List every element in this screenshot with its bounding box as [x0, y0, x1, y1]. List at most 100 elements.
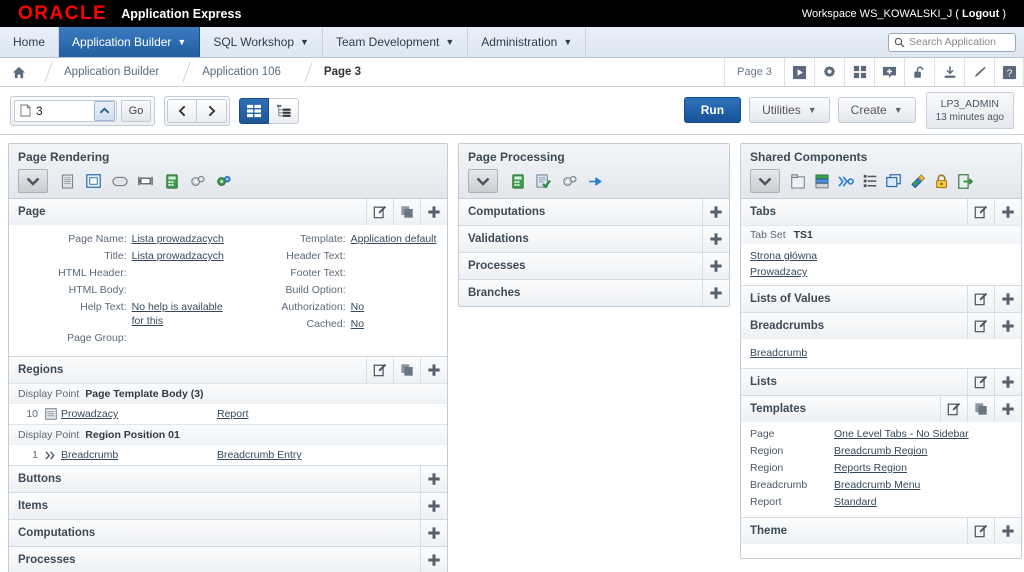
run-button[interactable]: Run [683, 97, 742, 124]
computation-icon[interactable] [163, 173, 180, 190]
item-icon[interactable] [137, 173, 154, 190]
chevron-down-icon[interactable] [468, 169, 498, 193]
nav-item-administration[interactable]: Administration ▼ [468, 27, 587, 57]
help-icon[interactable]: ? [994, 58, 1024, 86]
add-icon[interactable] [420, 357, 447, 383]
add-icon[interactable] [420, 520, 447, 546]
previous-page-button[interactable] [167, 98, 197, 123]
copy-icon[interactable] [393, 357, 420, 383]
edit-icon[interactable] [967, 518, 994, 544]
security-lock-icon[interactable] [933, 173, 950, 190]
branch-icon[interactable] [587, 173, 604, 190]
templates-icon[interactable] [885, 173, 902, 190]
branches-header[interactable]: Branches [459, 280, 729, 306]
region-name-link[interactable]: Prowadzacy [61, 408, 118, 420]
copy-icon[interactable] [967, 396, 994, 422]
processing-processes-header[interactable]: Processes [459, 253, 729, 279]
process-icon[interactable] [189, 173, 206, 190]
export-icon[interactable] [934, 58, 964, 86]
edit-icon[interactable] [967, 199, 994, 225]
region-name-link[interactable]: Breadcrumb [61, 449, 118, 461]
page-settings-icon[interactable] [814, 58, 844, 86]
grid-view-button[interactable] [239, 97, 269, 124]
tab-link-prowadzacy[interactable]: Prowadzacy [750, 264, 1021, 280]
processes-section-header[interactable]: Processes [9, 547, 447, 572]
authorization-link[interactable]: No [351, 301, 364, 313]
breadcrumb-home[interactable] [0, 58, 34, 86]
next-page-button[interactable] [197, 98, 227, 123]
nav-item-team-development[interactable]: Team Development ▼ [323, 27, 469, 57]
title-link[interactable]: Lista prowadzacych [132, 250, 224, 262]
lov-icon[interactable] [813, 173, 830, 190]
add-icon[interactable] [702, 253, 729, 279]
add-icon[interactable] [702, 226, 729, 252]
region-row[interactable]: 10 Prowadzacy Report [9, 403, 447, 424]
lists-icon[interactable] [861, 173, 878, 190]
template-link[interactable]: Breadcrumb Region [834, 445, 927, 457]
theme-icon[interactable] [909, 173, 926, 190]
run-page-icon[interactable] [784, 58, 814, 86]
region-type-link[interactable]: Breadcrumb Entry [217, 449, 302, 461]
tree-view-button[interactable] [269, 97, 299, 124]
add-icon[interactable] [994, 313, 1021, 339]
edit-icon[interactable] [366, 199, 393, 225]
page-name-link[interactable]: Lista prowadzacych [132, 233, 224, 245]
region-row[interactable]: 1 Breadcrumb Breadcrumb Entry [9, 444, 447, 465]
edit-icon[interactable] [967, 313, 994, 339]
edit-icon[interactable] [940, 396, 967, 422]
comment-add-icon[interactable] [874, 58, 904, 86]
nav-item-application-builder[interactable]: Application Builder ▼ [59, 27, 201, 57]
add-icon[interactable] [420, 493, 447, 519]
region-type-link[interactable]: Report [217, 408, 249, 420]
navigation-icon[interactable] [957, 173, 974, 190]
template-link[interactable]: Standard [834, 496, 877, 508]
add-icon[interactable] [994, 518, 1021, 544]
lock-open-icon[interactable] [904, 58, 934, 86]
page-icon[interactable] [59, 173, 76, 190]
validations-header[interactable]: Validations [459, 226, 729, 252]
template-link[interactable]: Reports Region [834, 462, 907, 474]
add-icon[interactable] [702, 199, 729, 225]
page-number-field[interactable]: 3 [14, 99, 117, 122]
template-link[interactable]: One Level Tabs - No Sidebar [834, 428, 969, 440]
search-input[interactable]: Search Application [888, 32, 1016, 52]
create-button[interactable]: Create ▼ [837, 97, 916, 124]
grid-icon[interactable] [844, 58, 874, 86]
add-icon[interactable] [420, 466, 447, 492]
computation-icon[interactable] [509, 173, 526, 190]
add-icon[interactable] [994, 369, 1021, 395]
add-icon[interactable] [702, 280, 729, 306]
edit-icon[interactable] [366, 357, 393, 383]
help-text-link[interactable]: No help is available for this [132, 301, 223, 327]
computations-section-header[interactable]: Computations [9, 520, 447, 546]
items-section-header[interactable]: Items [9, 493, 447, 519]
breadcrumb-link[interactable]: Breadcrumb [750, 345, 1021, 361]
go-button[interactable]: Go [121, 99, 151, 122]
breadcrumb-item-application-builder[interactable]: Application Builder [48, 58, 172, 86]
process-icon[interactable] [561, 173, 578, 190]
add-icon[interactable] [994, 286, 1021, 312]
tabs-icon[interactable] [789, 173, 806, 190]
nav-item-home[interactable]: Home [0, 27, 60, 57]
breadcrumb-icon[interactable] [837, 173, 854, 190]
add-icon[interactable] [994, 199, 1021, 225]
template-link[interactable]: Breadcrumb Menu [834, 479, 920, 491]
chevron-down-icon[interactable] [18, 169, 48, 193]
edit-pencil-icon[interactable] [964, 58, 994, 86]
page-spinner-up[interactable] [94, 100, 115, 121]
template-link[interactable]: Application default [351, 233, 437, 245]
add-icon[interactable] [420, 199, 447, 225]
add-icon[interactable] [420, 547, 447, 572]
edit-icon[interactable] [967, 286, 994, 312]
tab-link-strona-glowna[interactable]: Strona główna [750, 248, 1021, 264]
nav-item-sql-workshop[interactable]: SQL Workshop ▼ [200, 27, 323, 57]
buttons-section-header[interactable]: Buttons [9, 466, 447, 492]
copy-icon[interactable] [393, 199, 420, 225]
edit-icon[interactable] [967, 369, 994, 395]
region-icon[interactable] [85, 173, 102, 190]
utilities-button[interactable]: Utilities ▼ [749, 97, 830, 124]
processing-computations-header[interactable]: Computations [459, 199, 729, 225]
validation-icon[interactable] [535, 173, 552, 190]
add-icon[interactable] [994, 396, 1021, 422]
button-icon[interactable] [111, 173, 128, 190]
